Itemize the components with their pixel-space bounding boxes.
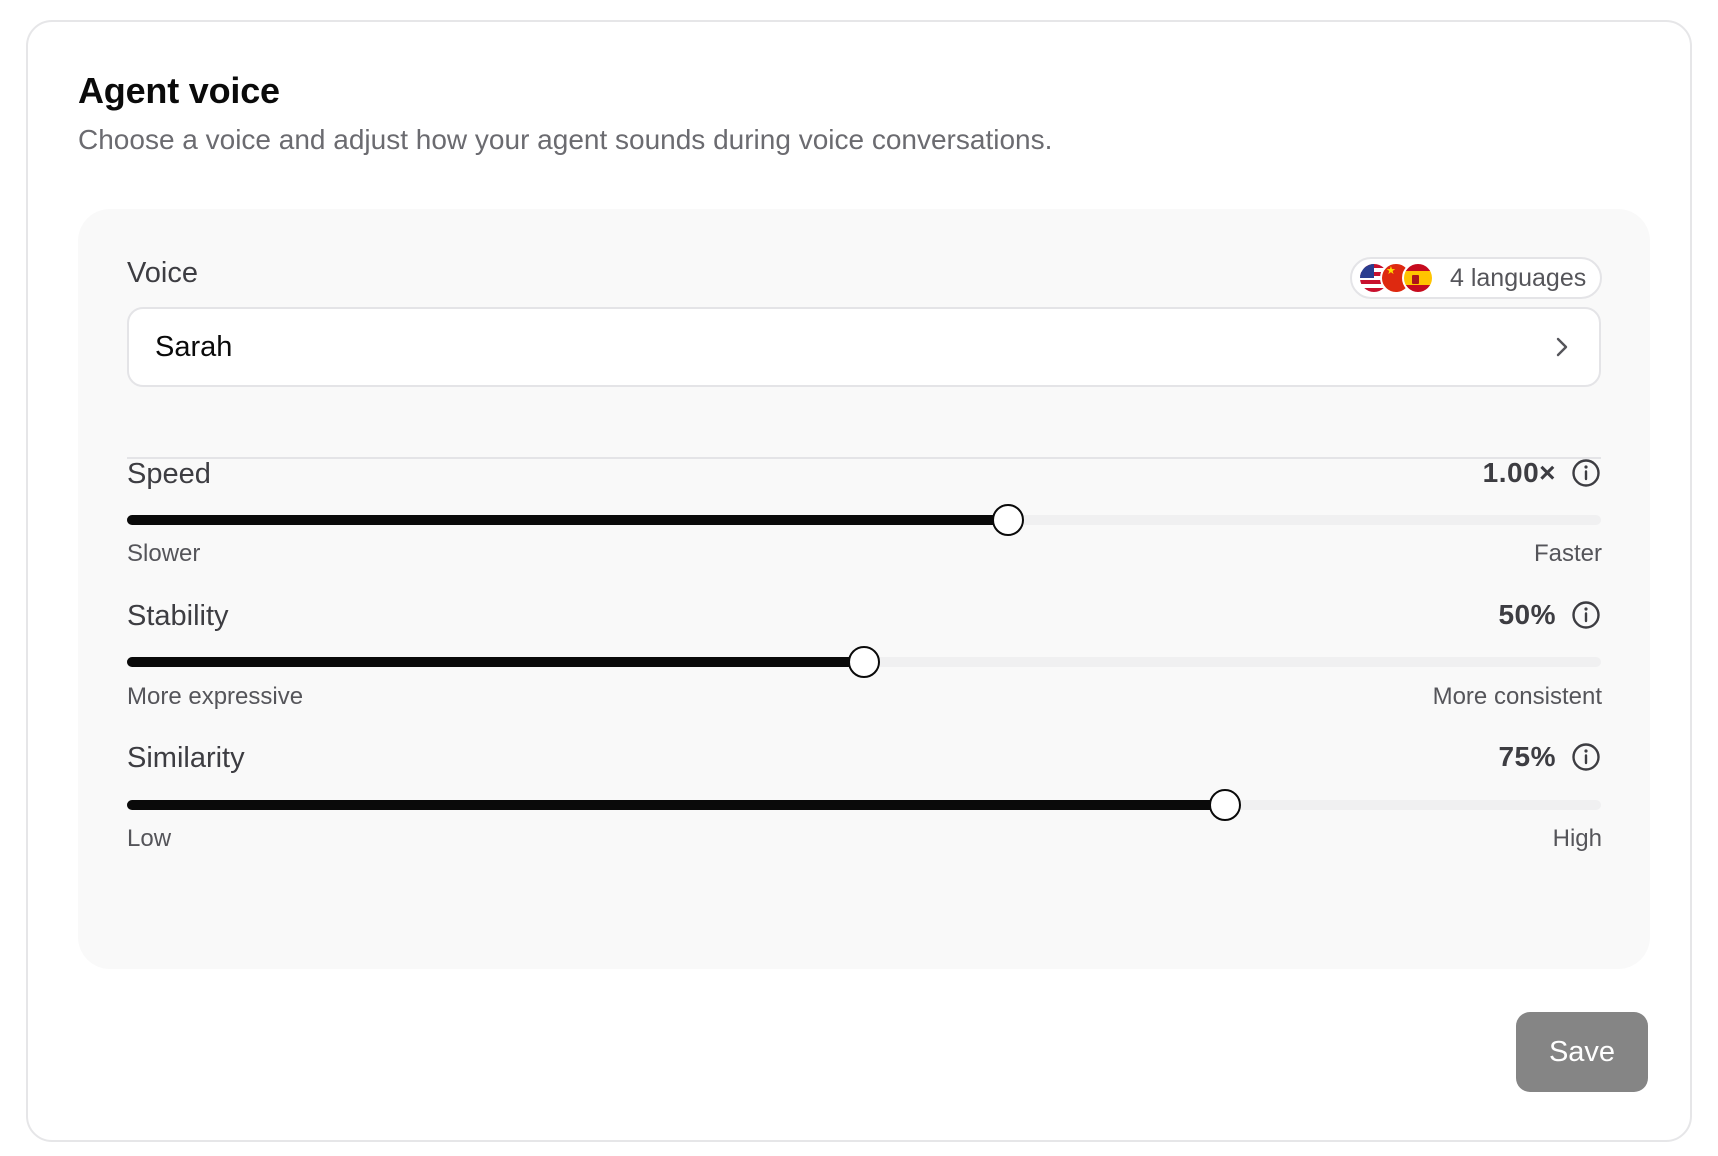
speed-slider-fill [127, 515, 1009, 525]
languages-badge[interactable]: 4 languages [1350, 257, 1602, 299]
similarity-slider-thumb[interactable] [1209, 789, 1242, 821]
languages-count: 4 languages [1450, 263, 1587, 292]
info-icon[interactable] [1570, 457, 1602, 489]
similarity-slider[interactable] [127, 789, 1601, 821]
similarity-value-row: 75% [1498, 741, 1602, 773]
speed-min-label: Slower [127, 540, 201, 567]
stability-slider-fill [127, 657, 864, 667]
info-icon[interactable] [1570, 599, 1602, 631]
stability-slider[interactable] [127, 646, 1601, 678]
save-button[interactable]: Save [1516, 1012, 1648, 1092]
agent-voice-card: Agent voice Choose a voice and adjust ho… [26, 20, 1692, 1142]
stability-value-row: 50% [1498, 599, 1602, 631]
voice-selector[interactable]: Sarah [127, 307, 1601, 387]
similarity-label: Similarity [127, 742, 245, 774]
similarity-slider-fill [127, 800, 1226, 810]
stability-max-label: More consistent [1432, 683, 1602, 710]
page-subtitle: Choose a voice and adjust how your agent… [78, 124, 1053, 155]
selected-voice-name: Sarah [155, 330, 233, 363]
speed-value: 1.00× [1482, 457, 1556, 488]
speed-value-row: 1.00× [1483, 457, 1602, 489]
stability-label: Stability [127, 600, 229, 632]
speed-max-label: Faster [1533, 540, 1602, 567]
stability-value: 50% [1498, 599, 1556, 630]
speed-label: Speed [127, 458, 211, 490]
speed-slider-thumb[interactable] [992, 504, 1025, 536]
spain-flag-icon [1402, 262, 1434, 294]
voice-settings-panel: Voice 4 languages Sarah Speed 1.00× [78, 209, 1650, 969]
chevron-right-icon [1551, 336, 1573, 358]
stability-slider-thumb[interactable] [848, 646, 880, 678]
info-icon[interactable] [1570, 741, 1602, 773]
similarity-min-label: Low [127, 825, 172, 852]
speed-slider[interactable] [127, 504, 1601, 536]
page-title: Agent voice [78, 70, 280, 111]
voice-label: Voice [127, 257, 198, 289]
divider [127, 457, 1601, 459]
similarity-max-label: High [1552, 825, 1602, 852]
language-flags [1358, 261, 1442, 295]
stability-min-label: More expressive [127, 683, 304, 710]
similarity-value: 75% [1498, 741, 1556, 772]
